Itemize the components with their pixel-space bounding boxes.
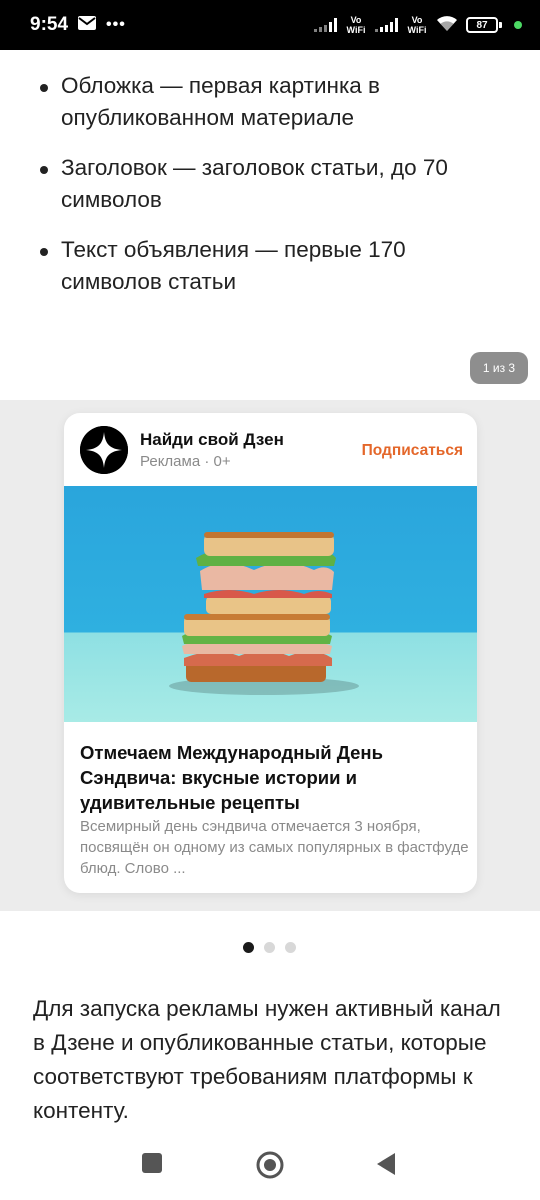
- sandwich-photo[interactable]: [64, 486, 477, 722]
- signal-icon-2: [375, 18, 398, 32]
- slide-counter-badge: 1 из 3: [470, 352, 528, 384]
- recents-button[interactable]: [141, 1152, 163, 1179]
- privacy-indicator-dot: [514, 21, 522, 29]
- back-button[interactable]: [375, 1152, 397, 1181]
- pagination-dot[interactable]: [285, 942, 296, 953]
- status-bar: 9:54 ••• Vo WiFi Vo WiFi 87: [0, 0, 540, 50]
- card-header: Найди свой Дзен Реклама · 0+ Подписаться: [64, 413, 477, 486]
- mail-icon: [78, 14, 97, 36]
- pagination-dot[interactable]: [264, 942, 275, 953]
- home-button[interactable]: [255, 1150, 285, 1185]
- vowifi-label-2: Vo WiFi: [407, 15, 427, 35]
- list-item: Текст объявления — первые 170 символов с…: [38, 234, 508, 298]
- subscribe-button[interactable]: Подписаться: [362, 442, 463, 460]
- list-item: Заголовок — заголовок статьи, до 70 симв…: [38, 152, 508, 216]
- wifi-icon: [436, 15, 458, 35]
- carousel-pagination[interactable]: [243, 942, 296, 953]
- ad-title[interactable]: Отмечаем Международный День Сэндвича: вк…: [80, 740, 470, 815]
- channel-name[interactable]: Найди свой Дзен: [140, 430, 284, 450]
- ad-meta-label: Реклама · 0+: [140, 453, 231, 470]
- requirements-list: Обложка — первая картинка в опубликованн…: [38, 70, 508, 316]
- info-paragraph: Для запуска рекламы нужен активный канал…: [33, 996, 501, 1123]
- ad-preview-card[interactable]: Найди свой Дзен Реклама · 0+ Подписаться: [64, 413, 477, 893]
- dzen-logo-icon: [80, 426, 128, 474]
- ad-description: Всемирный день сэндвича отмечается 3 ноя…: [80, 818, 469, 877]
- clock: 9:54: [30, 14, 69, 35]
- pagination-dot-active[interactable]: [243, 942, 254, 953]
- battery-icon: 87: [466, 17, 502, 33]
- list-item: Обложка — первая картинка в опубликованн…: [38, 70, 508, 134]
- vowifi-label: Vo WiFi: [346, 15, 366, 35]
- signal-icon: [314, 18, 337, 32]
- more-icon: •••: [106, 16, 126, 33]
